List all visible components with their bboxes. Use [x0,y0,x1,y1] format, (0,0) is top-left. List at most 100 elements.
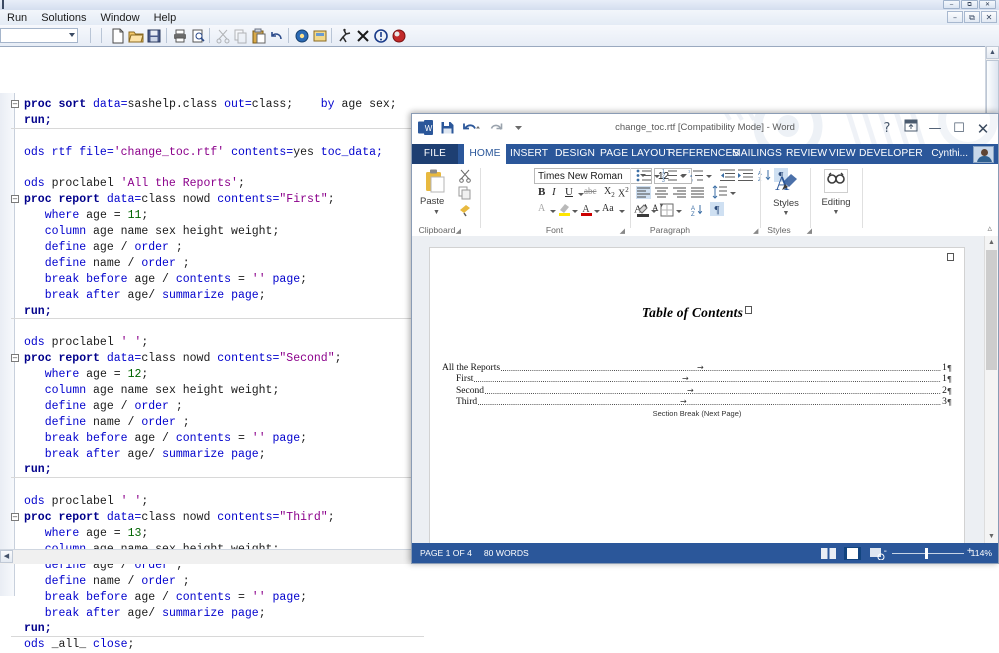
code-line[interactable]: −proc sort data=sashelp.class out=class;… [24,97,424,113]
format-painter-icon[interactable] [458,203,472,222]
code-line[interactable]: ods proclabel ' '; [24,494,424,510]
tab-page-layout[interactable]: PAGE LAYOUT [600,144,672,164]
zoom-track[interactable] [892,553,964,554]
restore-icon[interactable]: ☐ [948,119,970,139]
code-line[interactable]: run; [24,304,424,320]
highlight-chevron-down-icon[interactable] [572,210,578,213]
strikethrough-icon[interactable]: abc [584,186,597,196]
code-line[interactable]: −proc report data=class nowd contents="F… [24,192,424,208]
borders-icon[interactable] [660,203,674,222]
increase-indent-icon[interactable] [738,169,753,187]
scroll-up-button[interactable]: ▲ [985,236,998,249]
align-right-icon[interactable] [672,186,687,204]
tab-file[interactable]: FILE [412,144,458,164]
code-line[interactable]: break before age / contents = '' page; [24,590,424,606]
borders-chevron-down-icon[interactable] [676,210,682,213]
paste-icon[interactable] [251,28,267,44]
web-layout-icon[interactable] [868,547,885,560]
print-layout-icon[interactable] [844,547,861,560]
fold-toggle-icon[interactable]: − [11,354,19,362]
numbering-chevron-down-icon[interactable] [680,175,686,178]
code-line[interactable]: where age = 13; [24,526,424,542]
menu-item-solutions[interactable]: Solutions [34,10,93,25]
code-line[interactable]: define age / order ; [24,399,424,415]
styles-icon[interactable]: A [773,170,801,201]
change-case-icon[interactable]: Aa [602,203,614,214]
sas-command-box[interactable] [0,28,78,43]
scroll-down-button[interactable]: ▼ [985,530,998,543]
shading-chevron-down-icon[interactable] [651,210,657,213]
styles-label[interactable]: Styles [762,198,810,209]
cut-icon[interactable] [215,28,231,44]
tab-references[interactable]: REFERENCES [668,144,739,164]
bullets-chevron-down-icon[interactable] [654,175,660,178]
sas-close-button[interactable]: ✕ [979,0,996,9]
code-line[interactable]: define age / order ; [24,240,424,256]
editing-icon[interactable] [824,169,848,193]
tab-insert[interactable]: INSERT [510,144,548,164]
menu-item-help[interactable]: Help [147,10,184,25]
paste-label[interactable]: Paste [420,196,444,207]
sort-az-icon[interactable]: AZ [690,203,704,222]
code-line[interactable]: define name / order ; [24,574,424,590]
code-line[interactable] [24,478,424,494]
toc-entry[interactable]: Second → 2 ¶ [442,384,952,396]
editor-close-button[interactable]: ✕ [981,11,997,23]
fold-toggle-icon[interactable]: − [11,195,19,203]
code-line[interactable]: −proc report data=class nowd contents="T… [24,510,424,526]
multilevel-chevron-down-icon[interactable] [706,175,712,178]
menu-item-window[interactable]: Window [93,10,146,25]
scroll-up-button[interactable]: ▲ [986,46,999,59]
code-line[interactable]: ods proclabel 'All the Reports'; [24,176,424,192]
close-icon[interactable]: ✕ [972,119,994,139]
code-line[interactable] [24,129,424,145]
document-page[interactable]: Table of Contents All the Reports → 1 ¶ … [429,247,965,543]
print-icon[interactable] [172,28,188,44]
align-center-icon[interactable] [654,186,669,204]
toc-entry-label[interactable]: Third [456,397,477,407]
code-line[interactable]: break before age / contents = '' page; [24,431,424,447]
tab-developer[interactable]: DEVELOPER [859,144,923,164]
text-effects-icon[interactable]: A [538,203,545,214]
toc-entry[interactable]: Third → 3 ¶ [442,396,952,408]
undo-icon[interactable] [269,28,285,44]
underline-icon[interactable]: U [565,186,573,198]
code-line[interactable]: break after age/ summarize page; [24,288,424,304]
document-canvas[interactable]: Table of Contents All the Reports → 1 ¶ … [412,236,998,543]
code-line[interactable] [24,319,424,335]
fold-toggle-icon[interactable]: − [11,100,19,108]
shading-icon[interactable] [636,203,650,222]
code-line[interactable]: define name / order ; [24,256,424,272]
stop-icon[interactable] [355,28,371,44]
superscript-icon[interactable]: X2 [618,186,629,199]
code-line[interactable]: column age name sex height weight; [24,224,424,240]
code-line[interactable]: where age = 12; [24,367,424,383]
toc-entry[interactable]: All the Reports → 1 ¶ [442,361,952,373]
avatar[interactable] [973,146,994,163]
zoom-thumb[interactable] [925,548,928,559]
multilevel-list-icon[interactable]: 1ai [688,169,704,187]
help-icon[interactable] [391,28,407,44]
open-folder-icon[interactable] [128,28,144,44]
clipboard-dialog-launcher-icon[interactable]: ◢ [456,227,461,235]
zoom-in-button[interactable]: + [967,546,973,557]
styles-dropdown-icon[interactable]: ▼ [762,210,810,217]
save-icon[interactable] [146,28,162,44]
toc-entry-label[interactable]: All the Reports [442,363,500,373]
collapse-ribbon-icon[interactable]: ▵ [987,223,992,234]
minimize-icon[interactable]: — [924,119,946,139]
sas-minimize-button[interactable]: – [943,0,960,9]
code-line[interactable]: run; [24,621,424,637]
code-line[interactable]: column age name sex height weight; [24,383,424,399]
toc-entry[interactable]: First → 1 ¶ [442,373,952,385]
code-line[interactable]: run; [24,462,424,478]
code-line[interactable]: where age = 11; [24,208,424,224]
line-spacing-chevron-down-icon[interactable] [730,192,736,195]
font-color-chevron-down-icon[interactable] [594,210,600,213]
code-line[interactable]: −proc report data=class nowd contents="S… [24,351,424,367]
sas-restore-button[interactable]: ⧉ [961,0,978,9]
tab-design[interactable]: DESIGN [555,144,595,164]
options-icon[interactable] [294,28,310,44]
copy-icon[interactable] [233,28,249,44]
run-icon[interactable] [337,28,353,44]
